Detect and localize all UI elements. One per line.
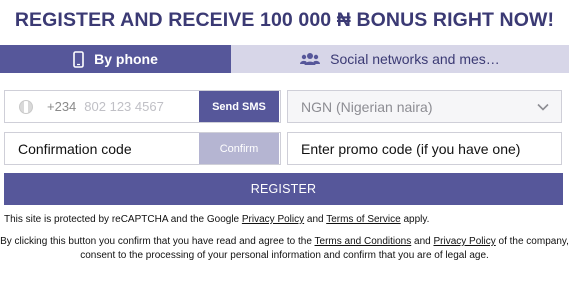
recaptcha-text-and: and [304,214,327,225]
chevron-down-icon [537,98,549,116]
send-sms-button[interactable]: Send SMS [199,91,279,122]
confirmation-code-input[interactable] [18,140,198,157]
tab-social-networks[interactable]: Social networks and mes… [231,45,569,73]
register-button[interactable]: REGISTER [4,173,563,205]
google-privacy-policy-link[interactable]: Privacy Policy [242,214,304,225]
confirm-button[interactable]: Confirm [199,133,279,164]
terms-and-conditions-link[interactable]: Terms and Conditions [315,236,412,247]
tab-by-phone[interactable]: By phone [0,45,231,73]
agreement-text-prefix: By clicking this button you confirm that… [0,236,315,247]
country-code: +234 [47,99,77,114]
recaptcha-text-suffix: apply. [400,214,430,225]
google-terms-of-service-link[interactable]: Terms of Service [326,214,400,225]
recaptcha-text-prefix: This site is protected by reCAPTCHA and … [4,214,242,225]
users-icon [300,52,321,66]
agreement-line-1: By clicking this button you confirm that… [0,235,569,249]
company-privacy-policy-link[interactable]: Privacy Policy [433,236,495,247]
tab-social-label: Social networks and mes… [330,51,500,67]
terms-agreement-notice: By clicking this button you confirm that… [0,235,569,263]
recaptcha-notice: This site is protected by reCAPTCHA and … [4,214,429,225]
country-flag-icon[interactable] [19,99,33,114]
agreement-text-suffix: of the company, [495,236,569,247]
promo-code-field [287,132,562,165]
agreement-line-2: consent to the processing of your person… [80,250,489,261]
page-headline: REGISTER AND RECEIVE 100 000 ₦ BONUS RIG… [14,9,555,31]
smartphone-icon [73,50,84,68]
phone-input[interactable] [84,99,193,114]
agreement-text-and: and [411,236,434,247]
promo-code-input[interactable] [301,140,551,157]
registration-tabs: By phone Social networks and mes… [0,45,569,73]
currency-select[interactable]: NGN (Nigerian naira) [287,90,562,123]
tab-by-phone-label: By phone [94,51,158,67]
currency-selected-value: NGN (Nigerian naira) [301,98,433,115]
